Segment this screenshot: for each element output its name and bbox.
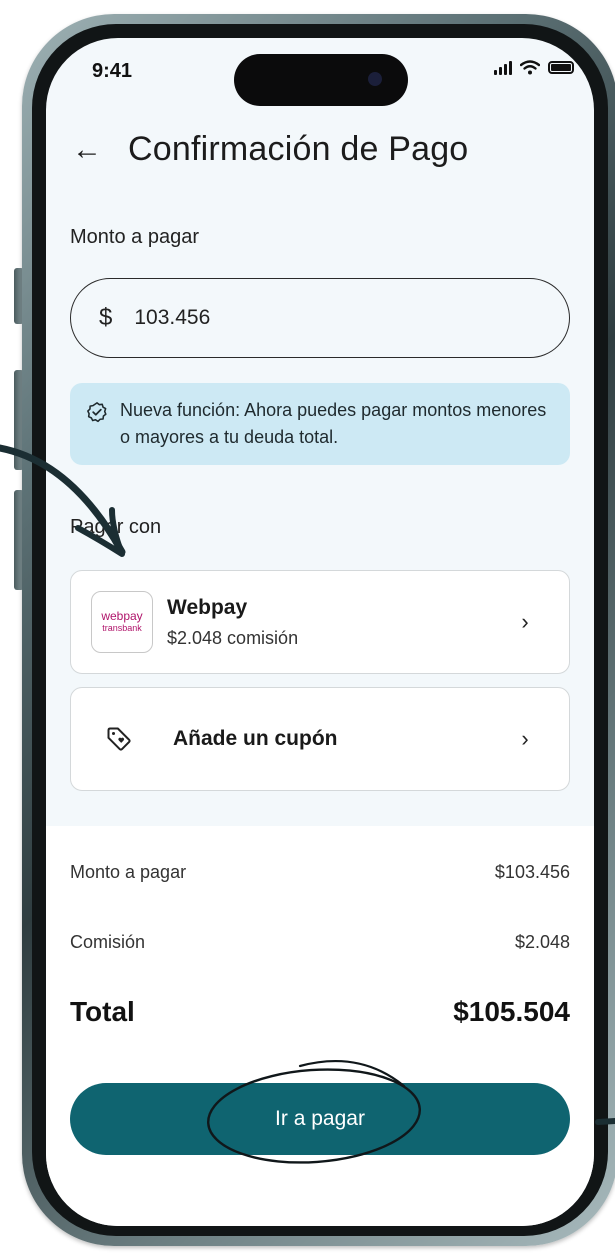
- battery-icon: [548, 61, 574, 74]
- camera-icon: [368, 72, 382, 86]
- chevron-right-icon: ›: [521, 726, 529, 751]
- webpay-logo: webpay transbank: [91, 591, 153, 653]
- currency-symbol: $: [99, 304, 113, 331]
- amount-value: 103.456: [134, 306, 211, 329]
- transbank-logo-text: transbank: [102, 623, 142, 633]
- coupon-card[interactable]: Añade un cupón ›: [70, 687, 570, 791]
- summary-amount-label: Monto a pagar: [70, 862, 187, 882]
- total-label: Total: [70, 996, 135, 1027]
- tag-icon: [107, 727, 131, 751]
- summary-row-amount: Monto a pagar $103.456: [70, 862, 570, 883]
- webpay-logo-text: webpay: [101, 609, 143, 623]
- chevron-right-icon: ›: [521, 609, 529, 634]
- coupon-label: Añade un cupón: [173, 727, 338, 750]
- check-badge-icon: [87, 402, 107, 423]
- webpay-card-text: Webpay $2.048 comisión: [167, 596, 513, 649]
- back-arrow-icon[interactable]: ←: [72, 134, 112, 165]
- summary-panel: Monto a pagar $103.456 Comisión $2.048 T…: [46, 826, 594, 1226]
- webpay-fee: $2.048 comisión: [167, 627, 299, 648]
- summary-fee-label: Comisión: [70, 932, 146, 952]
- stage: 9:41 ← Confirmación de Pago Monto a paga…: [0, 0, 615, 1254]
- signal-icon: [494, 60, 512, 75]
- amount-input[interactable]: $ 103.456: [70, 278, 570, 358]
- summary-row-fee: Comisión $2.048: [70, 932, 570, 953]
- wifi-icon: [520, 60, 540, 75]
- dynamic-island: [234, 54, 408, 106]
- notice-text: Nueva función: Ahora puedes pagar montos…: [120, 400, 547, 447]
- phone-screen: 9:41 ← Confirmación de Pago Monto a paga…: [46, 38, 594, 1226]
- notice-banner: Nueva función: Ahora puedes pagar montos…: [70, 383, 570, 465]
- summary-amount-value: $103.456: [494, 862, 570, 882]
- header: ← Confirmación de Pago: [72, 130, 468, 169]
- amount-label: Monto a pagar: [70, 226, 199, 248]
- page-title: Confirmación de Pago: [128, 130, 469, 168]
- status-time: 9:41: [92, 60, 133, 82]
- webpay-method-card[interactable]: webpay transbank Webpay $2.048 comisión …: [70, 570, 570, 674]
- summary-fee-value: $2.048: [514, 932, 570, 952]
- webpay-name: Webpay: [167, 595, 248, 619]
- summary-row-total: Total $105.504: [70, 996, 570, 1028]
- status-icons: [494, 60, 574, 75]
- pay-with-label: Pagar con: [70, 516, 162, 538]
- go-to-pay-button[interactable]: Ir a pagar: [70, 1083, 570, 1155]
- total-value: $105.504: [453, 996, 570, 1027]
